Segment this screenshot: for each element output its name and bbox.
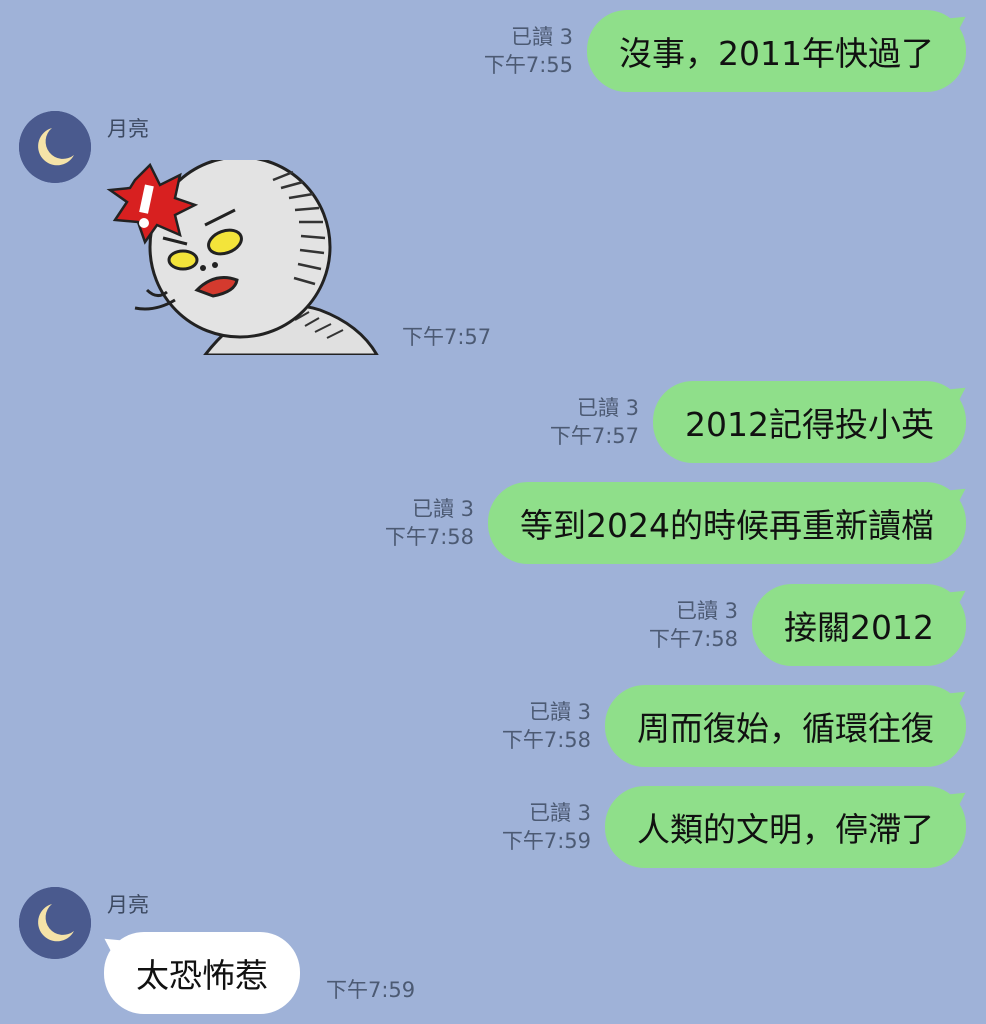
message-bubble[interactable]: 沒事，2011年快過了 [587, 10, 966, 92]
timestamp: 下午7:58 [384, 525, 475, 549]
sender-name: 月亮 [107, 117, 149, 141]
message-bubble[interactable]: 周而復始，循環往復 [605, 685, 966, 767]
message-text: 接關2012 [784, 608, 934, 647]
avatar[interactable] [19, 887, 91, 959]
timestamp: 下午7:58 [648, 627, 739, 651]
outgoing-message: 已讀 3 下午7:59 人類的文明，停滯了 [502, 786, 966, 868]
outgoing-message: 已讀 3 下午7:57 2012記得投小英 [550, 381, 966, 463]
outgoing-message: 已讀 3 下午7:58 周而復始，循環往復 [502, 685, 966, 767]
timestamp: 下午7:58 [501, 728, 591, 752]
avatar[interactable] [19, 111, 91, 183]
read-receipt: 已讀 3 [510, 25, 574, 49]
read-receipt: 已讀 3 [528, 801, 591, 825]
message-meta: 已讀 3 下午7:55 [484, 23, 573, 79]
message-meta: 已讀 3 下午7:57 [550, 394, 639, 450]
message-text: 沒事，2011年快過了 [619, 34, 934, 73]
message-text: 太恐怖惹 [136, 956, 268, 995]
timestamp: 下午7:59 [326, 978, 416, 1002]
outgoing-message: 已讀 3 下午7:58 等到2024的時候再重新讀檔 [385, 482, 966, 564]
outgoing-message: 已讀 3 下午7:58 接關2012 [649, 584, 966, 666]
moon-avatar-icon [19, 111, 91, 183]
outgoing-message: 已讀 3 下午7:55 沒事，2011年快過了 [484, 10, 966, 92]
message-meta: 已讀 3 下午7:58 [502, 698, 591, 754]
read-receipt: 已讀 3 [576, 396, 640, 420]
timestamp: 下午7:57 [402, 325, 492, 349]
timestamp: 下午7:59 [501, 829, 591, 853]
timestamp: 下午7:57 [549, 424, 640, 448]
read-receipt: 已讀 3 [675, 599, 739, 623]
message-meta: 已讀 3 下午7:58 [385, 495, 474, 551]
message-meta: 已讀 3 下午7:59 [502, 799, 591, 855]
message-bubble[interactable]: 接關2012 [752, 584, 966, 666]
message-bubble[interactable]: 人類的文明，停滯了 [605, 786, 966, 868]
timestamp: 下午7:55 [483, 53, 574, 77]
sender-name: 月亮 [107, 893, 149, 917]
message-text: 等到2024的時候再重新讀檔 [520, 506, 934, 545]
read-receipt: 已讀 3 [411, 497, 475, 521]
message-bubble[interactable]: 等到2024的時候再重新讀檔 [488, 482, 966, 564]
message-bubble[interactable]: 2012記得投小英 [653, 381, 966, 463]
incoming-message: 太恐怖惹 [104, 932, 300, 1014]
angry-moon-sticker[interactable] [105, 155, 385, 357]
read-receipt: 已讀 3 [528, 700, 591, 724]
message-text: 人類的文明，停滯了 [637, 810, 934, 849]
message-text: 周而復始，循環往復 [637, 709, 934, 748]
moon-avatar-icon [19, 887, 91, 959]
chat-log[interactable]: 已讀 3 下午7:55 沒事，2011年快過了 月亮 下午7:57 已讀 3 下… [0, 0, 986, 1024]
message-text: 2012記得投小英 [685, 405, 934, 444]
message-meta: 已讀 3 下午7:58 [649, 597, 738, 653]
message-bubble[interactable]: 太恐怖惹 [104, 932, 300, 1014]
